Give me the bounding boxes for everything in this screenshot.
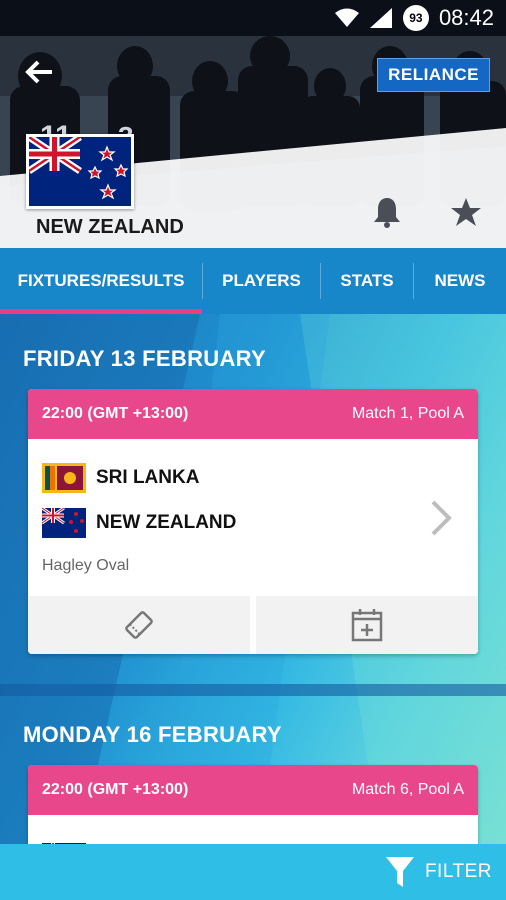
sponsor-logo: RELIANCE xyxy=(377,58,490,92)
filter-button-label[interactable]: FILTER xyxy=(425,861,492,883)
new-zealand-flag-icon xyxy=(26,134,134,209)
tab-fixtures-results[interactable]: FIXTURES/RESULTS xyxy=(0,248,202,314)
fixture-date-heading: MONDAY 16 FEBRUARY xyxy=(23,722,282,747)
team-header: 11 3 RELIANCE NEW ZEA xyxy=(0,36,506,248)
tab-news[interactable]: NEWS xyxy=(414,248,506,314)
sri-lanka-flag-icon xyxy=(42,462,86,493)
tab-stats[interactable]: STATS xyxy=(321,248,413,314)
back-arrow-icon[interactable] xyxy=(24,56,56,88)
notification-bell-icon[interactable] xyxy=(372,196,402,228)
tickets-button[interactable] xyxy=(28,596,250,654)
fixtures-list[interactable]: FRIDAY 13 FEBRUARY 22:00 (GMT +13:00) Ma… xyxy=(0,314,506,844)
team-row xyxy=(28,835,478,844)
team-row: SRI LANKA xyxy=(28,455,478,500)
signal-icon xyxy=(369,7,393,29)
tab-players[interactable]: PLAYERS xyxy=(203,248,320,314)
filter-bar[interactable]: FILTER xyxy=(0,844,506,900)
team-title: NEW ZEALAND xyxy=(36,216,184,238)
team-row: NEW ZEALAND xyxy=(28,500,478,545)
add-to-calendar-button[interactable] xyxy=(256,596,478,654)
new-zealand-flag-icon xyxy=(42,507,86,538)
fixture-card[interactable]: 22:00 (GMT +13:00) Match 6, Pool A xyxy=(28,765,478,844)
fixture-time: 22:00 (GMT +13:00) xyxy=(42,405,189,422)
tab-bar: FIXTURES/RESULTS PLAYERS STATS NEWS xyxy=(0,248,506,314)
fixture-date-heading: FRIDAY 13 FEBRUARY xyxy=(23,346,266,371)
favorite-star-icon[interactable] xyxy=(450,196,482,228)
ticket-icon xyxy=(125,611,153,639)
calendar-add-icon xyxy=(351,609,383,642)
chevron-right-icon[interactable] xyxy=(430,499,452,537)
fixture-actions xyxy=(28,596,478,654)
filter-funnel-icon xyxy=(385,857,414,887)
fixture-card[interactable]: 22:00 (GMT +13:00) Match 1, Pool A SRI L… xyxy=(28,389,478,654)
status-bar: 93 08:42 xyxy=(0,0,506,36)
fixture-match-label: Match 6, Pool A xyxy=(351,781,464,798)
wifi-icon xyxy=(334,7,359,29)
battery-icon: 93 xyxy=(402,5,429,31)
section-divider xyxy=(0,684,506,696)
clock: 08:42 xyxy=(438,5,494,30)
fixture-match-label: Match 1, Pool A xyxy=(351,405,464,422)
venue-label: Hagley Oval xyxy=(42,557,130,574)
fixture-card-header: 22:00 (GMT +13:00) Match 6, Pool A xyxy=(28,765,478,815)
team-name: NEW ZEALAND xyxy=(96,511,237,533)
fixture-time: 22:00 (GMT +13:00) xyxy=(42,781,189,798)
team-name: SRI LANKA xyxy=(96,466,200,488)
fixture-card-header: 22:00 (GMT +13:00) Match 1, Pool A xyxy=(28,389,478,439)
